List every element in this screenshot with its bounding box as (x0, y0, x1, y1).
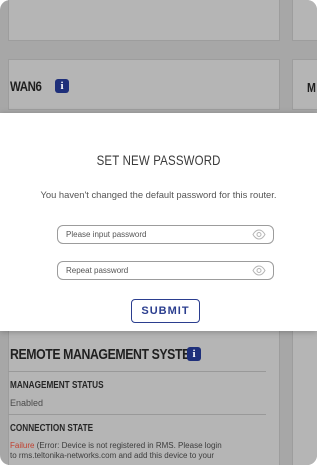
divider (8, 371, 266, 372)
connection-state-label: CONNECTION STATE (10, 423, 94, 434)
screen: WAN6 i M REMOTE MANAGEMENT SYSTEM i MANA… (0, 0, 317, 465)
rms-right-card (292, 330, 317, 465)
eye-icon[interactable] (252, 265, 266, 276)
divider (8, 414, 266, 415)
connection-state-value: Failure (Error: Device is not registered… (10, 441, 272, 461)
repeat-password-field[interactable] (57, 261, 274, 280)
status-detail-continued: to rms.teltonika-networks.com and add th… (10, 451, 215, 460)
info-icon[interactable]: i (187, 347, 201, 361)
submit-button[interactable]: SUBMIT (131, 299, 200, 323)
management-status-value: Enabled (10, 398, 44, 408)
rms-section-title: REMOTE MANAGEMENT SYSTEM (10, 346, 200, 363)
password-field[interactable] (57, 225, 274, 244)
set-password-dialog: SET NEW PASSWORD You haven't changed the… (0, 113, 317, 331)
repeat-password-input[interactable] (66, 262, 246, 279)
status-detail: (Error: Device is not registered in RMS.… (34, 441, 222, 450)
management-status-label: MANAGEMENT STATUS (10, 380, 104, 391)
failure-status: Failure (10, 441, 35, 450)
wan-section-title: WAN6 (10, 78, 42, 94)
dialog-message: You haven't changed the default password… (40, 189, 277, 200)
top-card (8, 0, 280, 41)
password-input[interactable] (66, 226, 246, 243)
eye-icon[interactable] (252, 229, 266, 240)
top-right-card (292, 0, 317, 41)
dialog-title: SET NEW PASSWORD (0, 152, 317, 168)
info-icon[interactable]: i (55, 79, 69, 93)
dialog-title-text: SET NEW PASSWORD (96, 152, 221, 168)
wan-card (8, 59, 280, 110)
right-section-title: M (307, 80, 316, 95)
